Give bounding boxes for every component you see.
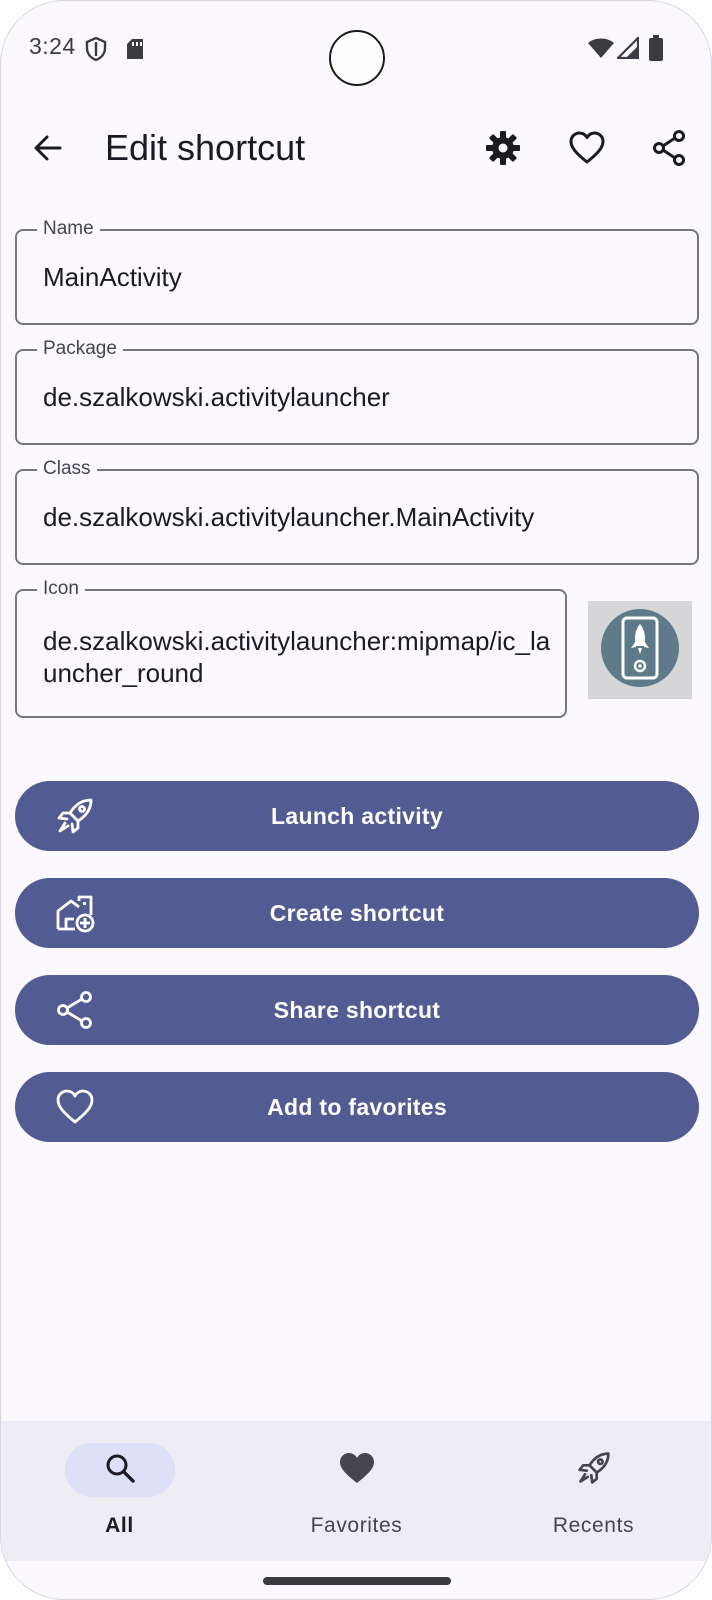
back-arrow-icon bbox=[32, 132, 64, 169]
name-field-label: Name bbox=[37, 217, 100, 241]
settings-button[interactable] bbox=[473, 120, 533, 180]
status-time: 3:24 bbox=[29, 33, 76, 59]
launch-activity-label: Launch activity bbox=[271, 802, 443, 829]
back-button[interactable] bbox=[18, 120, 78, 180]
icon-field-value: de.szalkowski.activitylauncher:mipmap/ic… bbox=[43, 626, 551, 688]
share-icon bbox=[652, 129, 686, 171]
package-field[interactable]: Package de.szalkowski.activitylauncher bbox=[15, 337, 699, 445]
bottom-navigation: All Favorites Recents bbox=[1, 1421, 711, 1561]
class-field-label: Class bbox=[37, 457, 97, 481]
icon-field-label: Icon bbox=[37, 577, 85, 601]
nav-label-favorites: Favorites bbox=[310, 1514, 403, 1537]
battery-icon bbox=[649, 35, 663, 66]
app-launcher-icon bbox=[600, 608, 680, 693]
nav-label-all: All bbox=[105, 1514, 134, 1537]
gesture-handle[interactable] bbox=[263, 1577, 451, 1585]
heart-outline-icon bbox=[569, 131, 605, 170]
rocket-icon bbox=[576, 1450, 612, 1491]
share-shortcut-button[interactable]: Share shortcut bbox=[15, 975, 699, 1045]
launch-activity-button[interactable]: Launch activity bbox=[15, 781, 699, 851]
add-to-favorites-label: Add to favorites bbox=[267, 1093, 447, 1120]
heart-outline-icon bbox=[55, 1087, 95, 1127]
nav-label-recents: Recents bbox=[552, 1514, 635, 1537]
nav-item-favorites[interactable]: Favorites bbox=[238, 1421, 475, 1561]
rocket-icon bbox=[55, 796, 95, 836]
icon-field[interactable]: Icon de.szalkowski.activitylauncher:mipm… bbox=[15, 577, 567, 718]
class-field[interactable]: Class de.szalkowski.activitylauncher.Mai… bbox=[15, 457, 699, 565]
shield-icon bbox=[85, 36, 107, 66]
create-shortcut-button[interactable]: Create shortcut bbox=[15, 878, 699, 948]
home-add-icon bbox=[55, 893, 95, 933]
status-bar: 3:24 bbox=[1, 1, 711, 97]
heart-filled-icon bbox=[339, 1452, 375, 1489]
screen: 3:24 Edit shortcut Name MainActivity Pac… bbox=[0, 0, 712, 1600]
share-button[interactable] bbox=[639, 120, 699, 180]
package-field-value: de.szalkowski.activitylauncher bbox=[43, 382, 390, 412]
nav-pill-all bbox=[64, 1443, 175, 1497]
nav-item-all[interactable]: All bbox=[1, 1421, 238, 1561]
class-field-value: de.szalkowski.activitylauncher.MainActiv… bbox=[43, 502, 535, 532]
package-field-label: Package bbox=[37, 337, 123, 361]
add-to-favorites-button[interactable]: Add to favorites bbox=[15, 1072, 699, 1142]
nav-item-recents[interactable]: Recents bbox=[475, 1421, 711, 1561]
camera-cutout bbox=[329, 30, 385, 86]
page-title: Edit shortcut bbox=[105, 127, 306, 168]
name-field[interactable]: Name MainActivity bbox=[15, 217, 699, 325]
app-bar: Edit shortcut bbox=[1, 109, 711, 193]
share-shortcut-label: Share shortcut bbox=[273, 996, 441, 1023]
nav-pill-recents bbox=[539, 1443, 649, 1497]
share-icon bbox=[55, 990, 95, 1030]
create-shortcut-label: Create shortcut bbox=[269, 899, 445, 926]
gear-icon bbox=[485, 130, 521, 171]
nav-pill-favorites bbox=[302, 1443, 412, 1497]
search-icon bbox=[104, 1452, 136, 1489]
name-field-value: MainActivity bbox=[43, 262, 182, 292]
favorite-button[interactable] bbox=[557, 120, 617, 180]
icon-preview[interactable] bbox=[588, 601, 692, 699]
sd-card-icon bbox=[126, 38, 144, 65]
wifi-icon bbox=[587, 37, 615, 64]
signal-icon bbox=[615, 35, 640, 64]
